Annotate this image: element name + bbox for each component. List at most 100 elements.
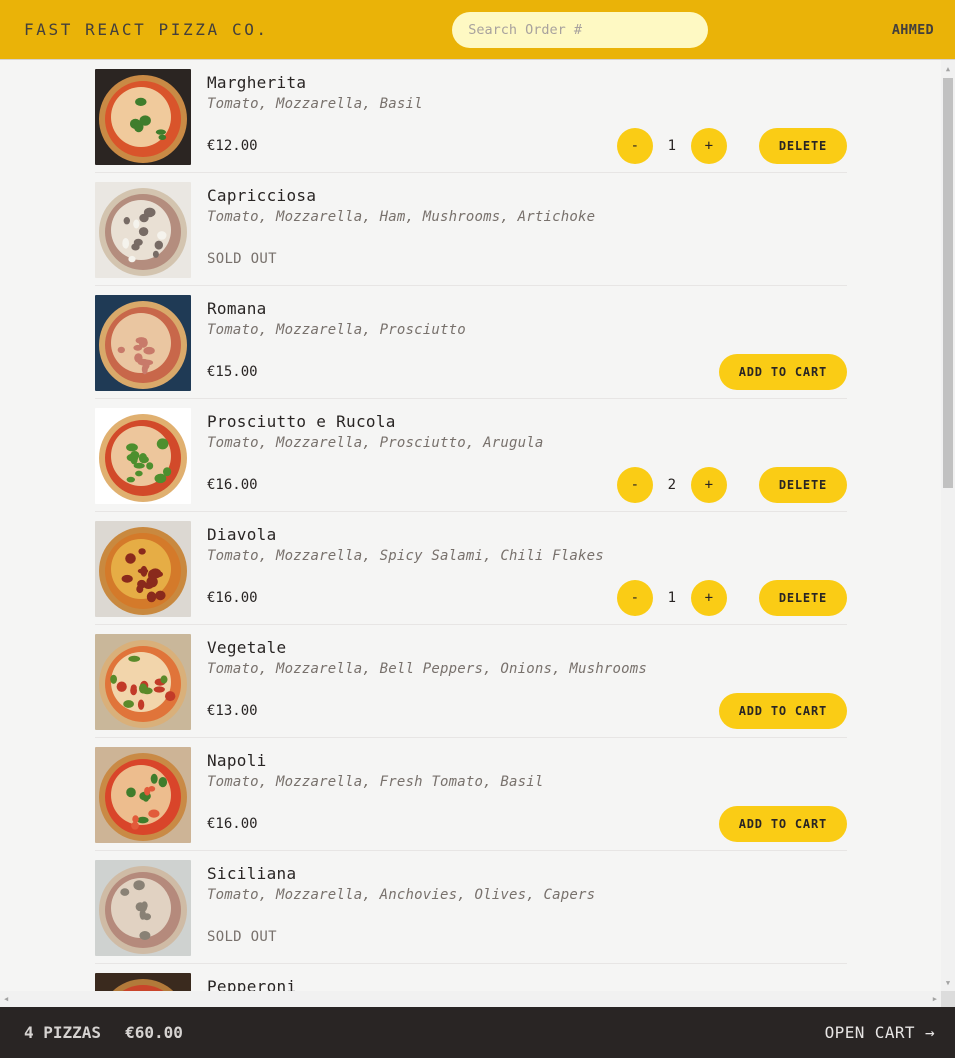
search-order-input[interactable] <box>452 11 709 48</box>
sold-out-label: SOLD OUT <box>207 929 277 945</box>
pizza-name: Prosciutto e Rucola <box>207 412 396 431</box>
pizza-ingredients: Tomato, Mozzarella, Bell Peppers, Onions… <box>207 661 648 677</box>
pizza-item: Margherita Tomato, Mozzarella, Basil €12… <box>95 60 847 173</box>
app-header: Fast React Pizza Co. AHMED <box>0 0 955 60</box>
pizza-ingredients: Tomato, Mozzarella, Prosciutto <box>207 322 466 338</box>
sold-out-label: SOLD OUT <box>207 251 277 267</box>
quantity-stepper: - 2 + <box>616 467 727 503</box>
decrease-quantity-button[interactable]: - <box>616 467 653 503</box>
pizza-image <box>95 69 191 165</box>
pizza-ingredients: Tomato, Mozzarella, Prosciutto, Arugula <box>207 435 544 451</box>
pizza-ingredients: Tomato, Mozzarella, Ham, Mushrooms, Arti… <box>207 209 596 225</box>
add-to-cart-button[interactable]: ADD TO CART <box>718 354 847 390</box>
pizza-ingredients: Tomato, Mozzarella, Fresh Tomato, Basil <box>207 774 544 790</box>
scroll-up-arrow-icon[interactable]: ▲ <box>944 65 952 73</box>
pizza-details: Romana Tomato, Mozzarella, Prosciutto €1… <box>207 295 847 390</box>
delete-item-button[interactable]: DELETE <box>758 128 847 164</box>
decrease-quantity-button[interactable]: - <box>616 128 653 164</box>
pizza-name: Capricciosa <box>207 186 317 205</box>
delete-item-button[interactable]: DELETE <box>758 467 847 503</box>
pizza-actions: - 1 + DELETE <box>616 128 847 164</box>
vertical-scrollbar[interactable]: ▲ ▼ <box>941 60 955 991</box>
add-to-cart-button[interactable]: ADD TO CART <box>718 806 847 842</box>
pizza-item: Capricciosa Tomato, Mozzarella, Ham, Mus… <box>95 173 847 286</box>
pizza-details: Diavola Tomato, Mozzarella, Spicy Salami… <box>207 521 847 616</box>
menu-list: Margherita Tomato, Mozzarella, Basil €12… <box>95 60 847 991</box>
cart-summary: 4 pizzas €60.00 <box>24 1023 183 1042</box>
open-cart-link[interactable]: Open cart → <box>825 1023 935 1042</box>
pizza-name: Romana <box>207 299 267 318</box>
add-to-cart-button[interactable]: ADD TO CART <box>718 693 847 729</box>
pizza-item: Prosciutto e Rucola Tomato, Mozzarella, … <box>95 399 847 512</box>
scrollbar-corner <box>941 991 955 1007</box>
pizza-name: Vegetale <box>207 638 287 657</box>
increase-quantity-button[interactable]: + <box>690 580 727 616</box>
pizza-footer: €16.00 - 1 + DELETE <box>207 580 847 616</box>
pizza-image <box>95 973 191 991</box>
cart-pizza-count: 4 pizzas <box>24 1023 102 1042</box>
pizza-name: Diavola <box>207 525 277 544</box>
pizza-details: Prosciutto e Rucola Tomato, Mozzarella, … <box>207 408 847 503</box>
quantity-stepper: - 1 + <box>616 128 727 164</box>
pizza-image <box>95 182 191 278</box>
pizza-item: Siciliana Tomato, Mozzarella, Anchovies,… <box>95 851 847 964</box>
pizza-footer: SOLD OUT <box>207 241 847 277</box>
pizza-image <box>95 747 191 843</box>
scroll-down-arrow-icon[interactable]: ▼ <box>944 979 952 987</box>
pizza-ingredients: Tomato, Mozzarella, Spicy Salami, Chili … <box>207 548 604 564</box>
decrease-quantity-button[interactable]: - <box>616 580 653 616</box>
scroll-left-arrow-icon[interactable]: ◀ <box>4 995 8 1003</box>
pizza-item: Pepperoni <box>95 964 847 991</box>
pizza-item: Vegetale Tomato, Mozzarella, Bell Pepper… <box>95 625 847 738</box>
increase-quantity-button[interactable]: + <box>690 467 727 503</box>
pizza-actions: - 1 + DELETE <box>616 580 847 616</box>
pizza-details: Vegetale Tomato, Mozzarella, Bell Pepper… <box>207 634 847 729</box>
pizza-ingredients: Tomato, Mozzarella, Basil <box>207 96 423 112</box>
pizza-details: Siciliana Tomato, Mozzarella, Anchovies,… <box>207 860 847 955</box>
pizza-details: Margherita Tomato, Mozzarella, Basil €12… <box>207 69 847 164</box>
pizza-name: Pepperoni <box>207 977 297 991</box>
pizza-actions: ADD TO CART <box>718 806 847 842</box>
pizza-footer: SOLD OUT <box>207 919 847 955</box>
increase-quantity-button[interactable]: + <box>690 128 727 164</box>
pizza-price: €16.00 <box>207 816 258 832</box>
delete-item-button[interactable]: DELETE <box>758 580 847 616</box>
pizza-price: €13.00 <box>207 703 258 719</box>
horizontal-scrollbar[interactable]: ◀ ▶ <box>0 991 941 1007</box>
pizza-details: Pepperoni <box>207 973 847 991</box>
pizza-item: Napoli Tomato, Mozzarella, Fresh Tomato,… <box>95 738 847 851</box>
pizza-actions: ADD TO CART <box>718 354 847 390</box>
pizza-price: €12.00 <box>207 138 258 154</box>
pizza-image <box>95 295 191 391</box>
scroll-right-arrow-icon[interactable]: ▶ <box>933 995 937 1003</box>
pizza-name: Siciliana <box>207 864 297 883</box>
menu-scroll-area: Margherita Tomato, Mozzarella, Basil €12… <box>0 60 941 991</box>
pizza-item: Diavola Tomato, Mozzarella, Spicy Salami… <box>95 512 847 625</box>
quantity-value: 1 <box>667 138 677 154</box>
quantity-stepper: - 1 + <box>616 580 727 616</box>
quantity-value: 1 <box>667 590 677 606</box>
pizza-details: Capricciosa Tomato, Mozzarella, Ham, Mus… <box>207 182 847 277</box>
quantity-value: 2 <box>667 477 677 493</box>
pizza-details: Napoli Tomato, Mozzarella, Fresh Tomato,… <box>207 747 847 842</box>
pizza-price: €15.00 <box>207 364 258 380</box>
scrollbar-thumb[interactable] <box>943 78 953 488</box>
pizza-footer: €16.00 ADD TO CART <box>207 806 847 842</box>
cart-overview-bar: 4 pizzas €60.00 Open cart → <box>0 1007 955 1058</box>
pizza-item: Romana Tomato, Mozzarella, Prosciutto €1… <box>95 286 847 399</box>
username: AHMED <box>891 21 934 38</box>
app-logo[interactable]: Fast React Pizza Co. <box>24 20 269 39</box>
pizza-image <box>95 860 191 956</box>
pizza-actions: ADD TO CART <box>718 693 847 729</box>
pizza-image <box>95 634 191 730</box>
pizza-footer: €15.00 ADD TO CART <box>207 354 847 390</box>
pizza-image <box>95 408 191 504</box>
pizza-footer: €13.00 ADD TO CART <box>207 693 847 729</box>
pizza-footer: €12.00 - 1 + DELETE <box>207 128 847 164</box>
pizza-name: Napoli <box>207 751 267 770</box>
cart-total-price: €60.00 <box>125 1023 183 1042</box>
pizza-image <box>95 521 191 617</box>
pizza-actions: - 2 + DELETE <box>616 467 847 503</box>
pizza-price: €16.00 <box>207 590 258 606</box>
pizza-price: €16.00 <box>207 477 258 493</box>
